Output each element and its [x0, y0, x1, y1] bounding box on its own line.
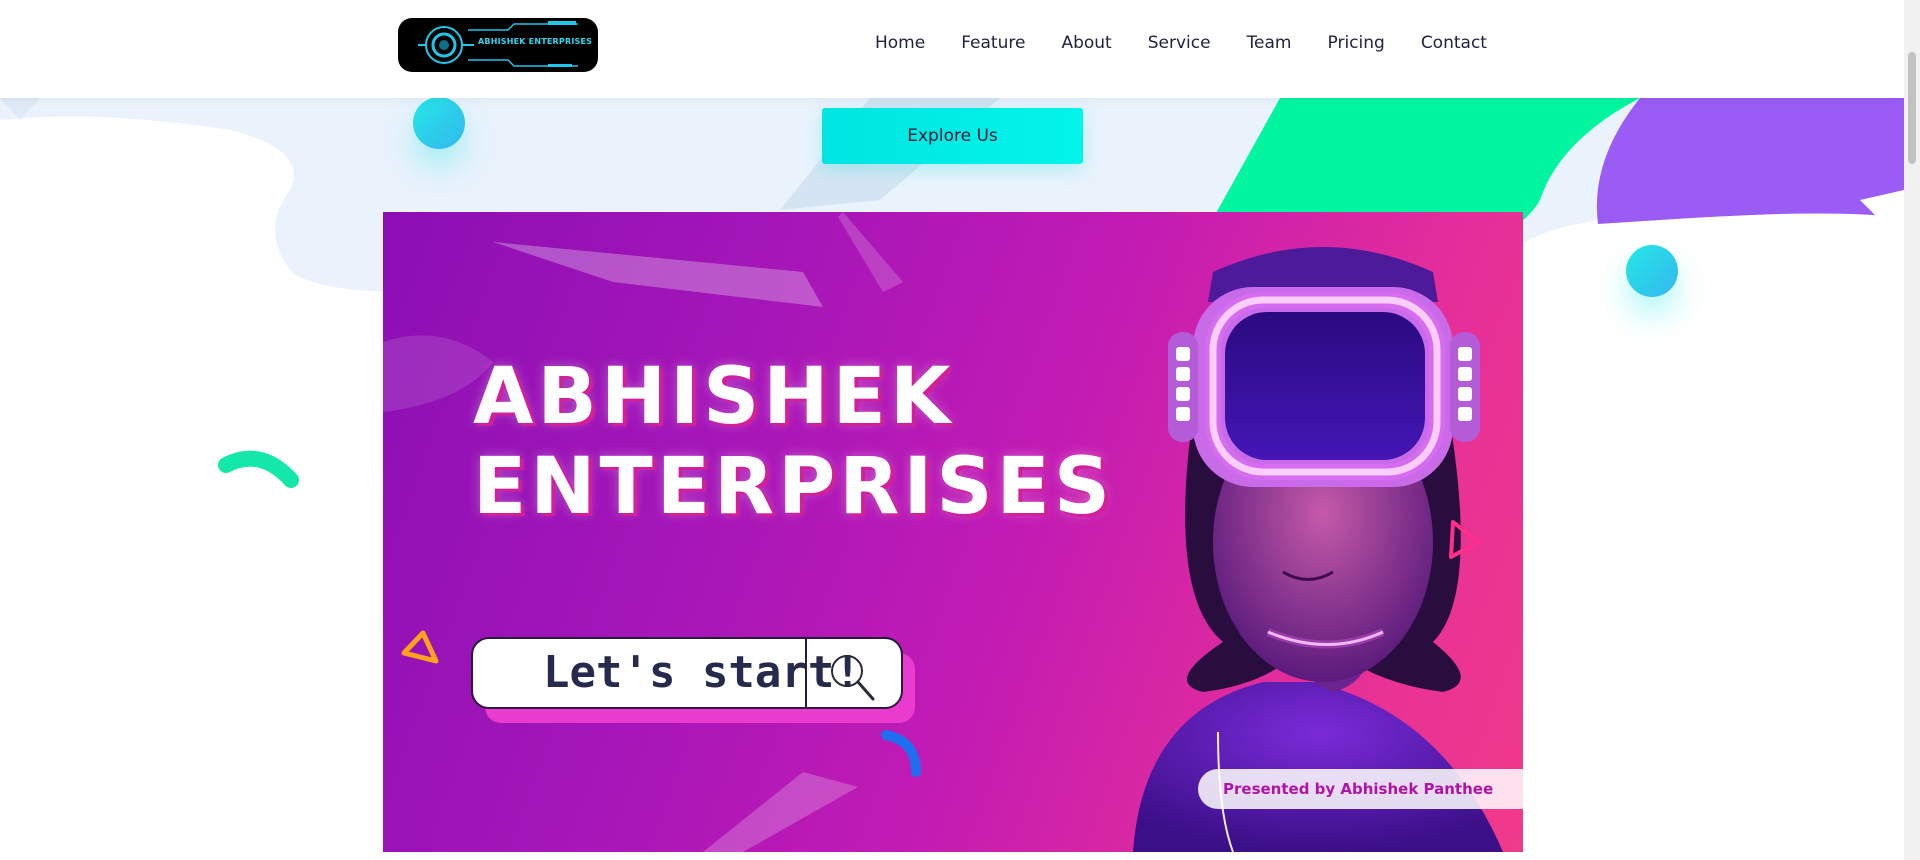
- arc-icon: [881, 730, 921, 777]
- search-text: Let's start!: [543, 647, 861, 698]
- logo[interactable]: ABHISHEK ENTERPRISES: [398, 18, 598, 72]
- nav-feature[interactable]: Feature: [961, 33, 1025, 53]
- page: ABHISHEK ENTERPRISES Home Feature About …: [0, 0, 1920, 860]
- main-nav: Home Feature About Service Team Pricing …: [875, 33, 1487, 53]
- lets-start-search[interactable]: Let's start!: [471, 637, 903, 709]
- explore-button[interactable]: Explore Us: [822, 108, 1083, 164]
- nav-team[interactable]: Team: [1247, 33, 1292, 53]
- decor-ball-right: [1626, 245, 1678, 297]
- nav-service[interactable]: Service: [1148, 33, 1211, 53]
- nav-about[interactable]: About: [1061, 33, 1111, 53]
- presented-by-badge: Presented by Abhishek Panthee: [1198, 769, 1523, 809]
- vr-headset-icon: [1133, 247, 1503, 852]
- search-divider: [805, 639, 807, 707]
- triangle-icon: [401, 630, 439, 664]
- nav-pricing[interactable]: Pricing: [1328, 33, 1385, 53]
- logo-text: ABHISHEK ENTERPRISES: [478, 37, 593, 46]
- site-header: ABHISHEK ENTERPRISES Home Feature About …: [0, 0, 1904, 98]
- scrollbar-thumb[interactable]: [1908, 52, 1916, 164]
- search-icon[interactable]: [825, 649, 881, 705]
- hero-banner: ABHISHEK ENTERPRISES Let's start! Presen…: [383, 212, 1523, 852]
- decor-ball-left: [413, 97, 465, 149]
- scrollbar[interactable]: [1904, 0, 1920, 860]
- nav-contact[interactable]: Contact: [1421, 33, 1487, 53]
- nav-home[interactable]: Home: [875, 33, 925, 53]
- arc-icon: [218, 450, 299, 488]
